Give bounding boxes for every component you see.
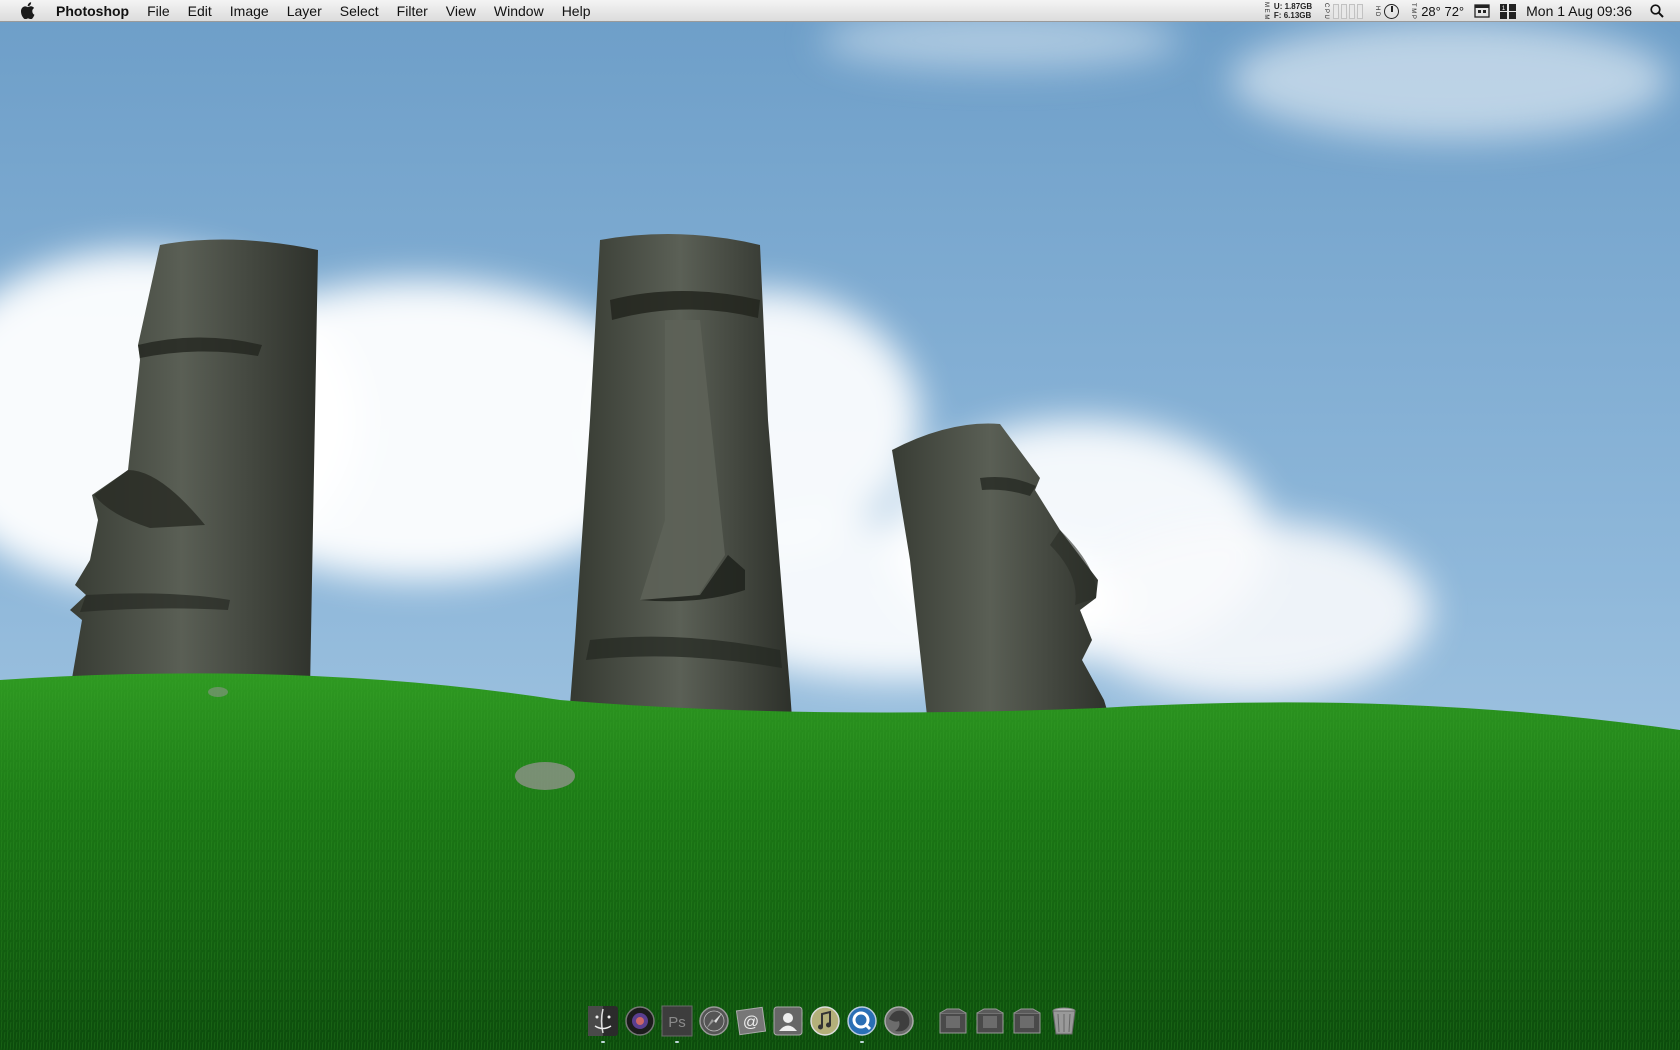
menu-window[interactable]: Window <box>485 0 553 22</box>
clock-text: Mon 1 Aug 09:36 <box>1526 3 1632 19</box>
mem-label: M E M <box>1262 2 1269 20</box>
memory-meter[interactable]: M E M U: 1.87GB F: 6.13GB <box>1262 0 1312 22</box>
cpu-bar <box>1357 3 1364 19</box>
cpu-meter[interactable]: C P U <box>1322 0 1364 22</box>
mem-free-value: 6.13GB <box>1283 11 1312 20</box>
menu-bar: Photoshop File Edit Image Layer Select F… <box>0 0 1680 22</box>
quicktime-icon[interactable] <box>845 1004 879 1043</box>
menu-view[interactable]: View <box>437 0 485 22</box>
trash-icon[interactable] <box>1047 1004 1081 1038</box>
menu-layer[interactable]: Layer <box>278 0 331 22</box>
spaces-icon[interactable]: 1 <box>1500 0 1517 22</box>
photoshop-label: Ps <box>668 1014 686 1031</box>
itunes-icon[interactable] <box>808 1004 842 1038</box>
documents-stack-icon[interactable] <box>973 1004 1007 1038</box>
temperature-meter[interactable]: T M P 28° 72° <box>1409 0 1464 22</box>
cpu-bar <box>1333 3 1340 19</box>
menu-image[interactable]: Image <box>221 0 278 22</box>
apple-logo-icon[interactable] <box>16 0 38 22</box>
mem-used-value: 1.87GB <box>1284 2 1313 11</box>
finder-icon[interactable] <box>586 1004 620 1043</box>
app-menu-photoshop[interactable]: Photoshop <box>52 0 138 22</box>
dock: Ps @ <box>586 1001 1081 1043</box>
moai-statue-middle <box>565 234 795 770</box>
temperature-value: 28° 72° <box>1421 3 1465 19</box>
firefox-icon[interactable] <box>882 1004 916 1038</box>
menu-help[interactable]: Help <box>553 0 600 22</box>
mem-free-label: F: <box>1273 11 1282 20</box>
photoshop-icon[interactable]: Ps <box>660 1004 694 1043</box>
downloads-stack-icon[interactable] <box>1010 1004 1044 1038</box>
hd-label: H D <box>1374 5 1381 17</box>
cpu-label: C P U <box>1323 3 1330 19</box>
disk-meter[interactable]: H D <box>1373 0 1400 22</box>
mem-used-label: U: <box>1273 2 1283 11</box>
svg-text:@: @ <box>743 1014 759 1031</box>
desktop-wallpaper <box>0 0 1680 1050</box>
menu-edit[interactable]: Edit <box>179 0 221 22</box>
calendar-icon[interactable] <box>1474 0 1490 22</box>
spotlight-icon[interactable] <box>1650 0 1664 22</box>
mail-icon[interactable]: @ <box>734 1004 768 1038</box>
clock[interactable]: Mon 1 Aug 09:36 <box>1526 0 1632 22</box>
disk-activity-icon <box>1384 3 1400 19</box>
status-menus: M E M U: 1.87GB F: 6.13GB C P U H D T M … <box>1262 0 1680 22</box>
safari-icon[interactable] <box>697 1004 731 1038</box>
tmp-label: T M P <box>1410 3 1417 19</box>
applications-stack-icon[interactable] <box>936 1004 970 1038</box>
menu-filter[interactable]: Filter <box>388 0 437 22</box>
menu-file[interactable]: File <box>138 0 179 22</box>
cpu-bar <box>1341 3 1348 19</box>
cpu-bar <box>1349 3 1356 19</box>
address-book-icon[interactable] <box>771 1004 805 1038</box>
menu-select[interactable]: Select <box>331 0 388 22</box>
aperture-icon[interactable] <box>623 1004 657 1038</box>
